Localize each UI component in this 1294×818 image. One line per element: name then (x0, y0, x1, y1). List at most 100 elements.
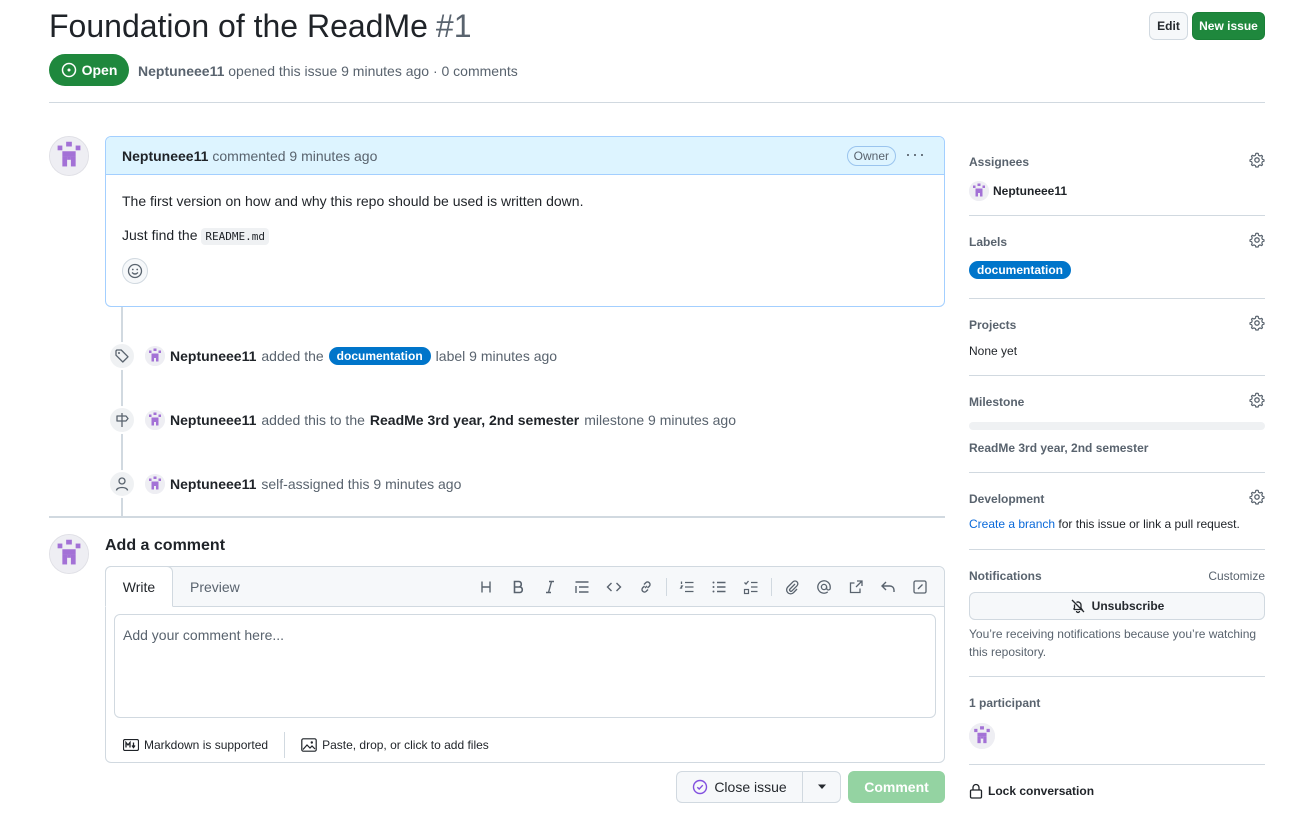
lock-conversation-button[interactable]: Lock conversation (969, 783, 1094, 799)
event-author-link[interactable]: Neptuneee11 (170, 476, 256, 492)
notifications-note: You’re receiving notifications because y… (969, 627, 1257, 659)
development-text: Create a branch for this issue or link a… (969, 517, 1265, 531)
event-text: added this to the (261, 412, 365, 428)
customize-link[interactable]: Customize (1208, 567, 1265, 585)
smiley-icon (127, 263, 143, 279)
heading-icon[interactable] (470, 575, 502, 599)
avatar[interactable] (49, 534, 89, 574)
code-icon[interactable] (598, 575, 630, 599)
avatar[interactable] (49, 136, 89, 176)
close-issue-button[interactable]: Close issue (676, 771, 802, 803)
issue-number: #1 (435, 8, 472, 44)
new-issue-button[interactable]: New issue (1192, 12, 1265, 40)
quote-icon[interactable] (566, 575, 598, 599)
sidebar-heading: 1 participant (969, 696, 1041, 710)
comment-submit-button[interactable]: Comment (848, 771, 945, 803)
issue-state-label: Open (81, 62, 118, 78)
assignee-name[interactable]: Neptuneee11 (993, 184, 1067, 198)
avatar[interactable] (145, 474, 165, 494)
event-text: label 9 minutes ago (435, 348, 558, 364)
event-author-link[interactable]: Neptuneee11 (170, 348, 256, 364)
close-issue-dropdown[interactable] (802, 771, 841, 803)
issue-title: Foundation of the ReadMe #1 (49, 8, 472, 45)
label-documentation[interactable]: documentation (969, 261, 1071, 279)
kebab-menu-icon[interactable]: ··· (905, 145, 926, 163)
avatar[interactable] (145, 410, 165, 430)
close-issue-label: Close issue (714, 779, 787, 795)
markdown-note: Markdown is supported (144, 738, 269, 752)
sidebar-assignees: Assignees Neptuneee11 (969, 152, 1265, 201)
attach-files-button[interactable]: Paste, drop, or click to add files (301, 738, 489, 752)
footer-divider (284, 732, 286, 758)
edit-button[interactable]: Edit (1149, 12, 1188, 40)
issue-comment: Neptuneee11 commented 9 minutes ago Owne… (105, 136, 945, 307)
milestone-link[interactable]: ReadMe 3rd year, 2nd semester (969, 441, 1148, 455)
fullscreen-edit-icon[interactable] (904, 575, 936, 599)
comment-time[interactable]: commented 9 minutes ago (212, 148, 377, 164)
create-branch-link[interactable]: Create a branch (969, 517, 1055, 531)
gear-icon[interactable] (1249, 315, 1265, 331)
sidebar-heading[interactable]: Assignees (969, 155, 1265, 169)
comment-paragraph: The first version on how and why this re… (122, 193, 584, 209)
comment-author-link[interactable]: Neptuneee11 (122, 148, 208, 164)
sidebar-heading[interactable]: Development (969, 492, 1265, 506)
header-divider (49, 102, 1265, 103)
link-icon[interactable] (630, 575, 662, 599)
sidebar-divider (969, 215, 1265, 216)
sidebar-divider (969, 676, 1265, 677)
sidebar-divider (969, 375, 1265, 376)
unsubscribe-button[interactable]: Unsubscribe (969, 592, 1265, 620)
sidebar-labels: Labels documentation (969, 232, 1265, 279)
sidebar-divider (969, 298, 1265, 299)
reply-icon[interactable] (872, 575, 904, 599)
sidebar-heading[interactable]: Milestone (969, 395, 1265, 409)
bold-icon[interactable] (502, 575, 534, 599)
label-documentation[interactable]: documentation (328, 347, 431, 365)
event-text: milestone 9 minutes ago (584, 412, 737, 428)
issue-closed-icon (693, 779, 708, 795)
attach-icon[interactable] (776, 575, 808, 599)
mention-icon[interactable] (808, 575, 840, 599)
tag-icon (108, 342, 136, 370)
milestone-link[interactable]: ReadMe 3rd year, 2nd semester (370, 412, 579, 428)
markdown-icon (123, 739, 139, 751)
image-icon (301, 738, 317, 752)
markdown-supported-link[interactable]: Markdown is supported (123, 738, 268, 752)
editor-header: Write Preview (105, 566, 944, 607)
tab-preview[interactable]: Preview (190, 579, 240, 595)
cross-reference-icon[interactable] (840, 575, 872, 599)
sidebar-projects: Projects None yet (969, 315, 1265, 358)
unordered-list-icon[interactable] (703, 575, 735, 599)
tab-write[interactable]: Write (105, 566, 173, 607)
event-author-link[interactable]: Neptuneee11 (170, 412, 256, 428)
comment-textarea[interactable]: Add your comment here... (114, 614, 936, 718)
sidebar-milestone: Milestone (969, 392, 1265, 409)
gear-icon[interactable] (1249, 152, 1265, 168)
owner-badge: Owner (846, 146, 896, 166)
avatar[interactable] (145, 346, 165, 366)
add-reaction-button[interactable] (122, 258, 148, 284)
assignee-row[interactable]: Neptuneee11 (969, 181, 1265, 201)
gear-icon[interactable] (1249, 489, 1265, 505)
bell-slash-icon (1071, 599, 1085, 614)
projects-value: None yet (969, 344, 1018, 358)
gear-icon[interactable] (1249, 392, 1265, 408)
comment-paragraph: Just find the README.md (122, 227, 928, 245)
avatar[interactable] (969, 723, 995, 749)
comment-text: Just find the (122, 227, 198, 243)
lock-conversation-label: Lock conversation (988, 784, 1095, 798)
event-text: added the (261, 348, 324, 364)
ordered-list-icon[interactable] (671, 575, 703, 599)
comment-editor: Write Preview Add your comment here... M… (105, 566, 945, 763)
sidebar-heading[interactable]: Projects (969, 318, 1265, 332)
timeline-event: Neptuneee11 added the documentation labe… (145, 346, 557, 366)
issue-author-link[interactable]: Neptuneee11 (138, 63, 224, 79)
sidebar-heading[interactable]: Labels (969, 235, 1265, 249)
italic-icon[interactable] (534, 575, 566, 599)
issue-title-text: Foundation of the ReadMe (49, 8, 428, 44)
task-list-icon[interactable] (735, 575, 767, 599)
add-comment-heading: Add a comment (105, 537, 226, 554)
gear-icon[interactable] (1249, 232, 1265, 248)
issue-meta-text: opened this issue 9 minutes ago · 0 comm… (228, 63, 518, 79)
sidebar-participants: 1 participant (969, 696, 1265, 749)
